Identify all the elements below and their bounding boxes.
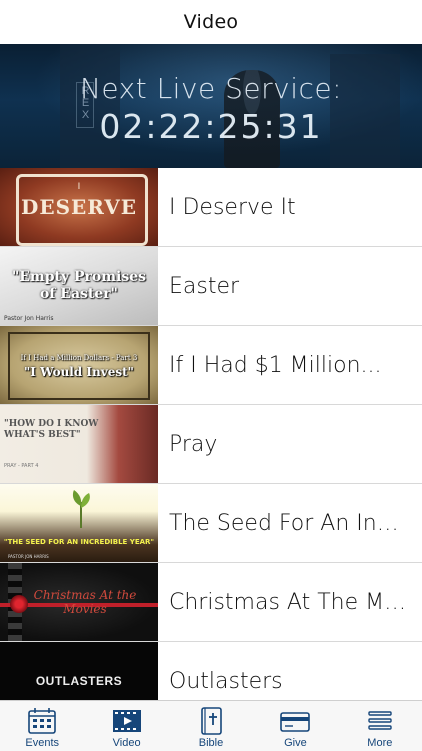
video-thumbnail: "THE SEED FOR AN INCREDIBLE YEAR" PASTOR… (0, 484, 158, 562)
thumbnail-subtext: If I Had a Million Dollars - Part 3 (20, 354, 138, 362)
video-thumbnail: I DESERVE (0, 168, 158, 246)
video-title: Easter (169, 273, 240, 299)
list-item[interactable]: I DESERVE I Deserve It (0, 168, 422, 247)
video-thumbnail: If I Had a Million Dollars - Part 3 "I W… (0, 326, 158, 404)
menu-icon (365, 707, 395, 735)
video-title: If I Had $1 Million... (169, 352, 382, 378)
tab-label: Bible (198, 737, 224, 749)
tab-events[interactable]: Events (0, 701, 84, 751)
video-title: The Seed For An Incr... (169, 510, 409, 536)
list-item[interactable]: "Empty Promises of Easter" Pastor Jon Ha… (0, 247, 422, 326)
nav-bar: Video (0, 0, 422, 44)
video-thumbnail: "HOW DO I KNOW WHAT'S BEST" PRAY - PART … (0, 405, 158, 483)
seedling-icon (72, 490, 90, 528)
video-thumbnail: "Empty Promises of Easter" Pastor Jon Ha… (0, 247, 158, 325)
video-title: Christmas At The Mo... (169, 589, 409, 615)
thumbnail-subtext: PRAY - PART 4 (4, 463, 39, 469)
thumbnail-text: "THE SEED FOR AN INCREDIBLE YEAR" (3, 538, 155, 546)
video-thumbnail: Christmas At the Movies (0, 563, 158, 641)
card-icon (280, 707, 311, 735)
next-service-label: Next Live Service: (79, 72, 343, 105)
tab-label: More (367, 737, 393, 749)
video-title: I Deserve It (169, 194, 296, 220)
tab-label: Events (25, 737, 60, 749)
thumbnail-text: Christmas At the Movies (33, 588, 137, 616)
tab-bible[interactable]: Bible (169, 701, 253, 751)
list-item[interactable]: "THE SEED FOR AN INCREDIBLE YEAR" PASTOR… (0, 484, 422, 563)
thumbnail-subtext: Pastor Jon Harris (4, 315, 54, 322)
list-item[interactable]: If I Had a Million Dollars - Part 3 "I W… (0, 326, 422, 405)
thumbnail-text: OUTLASTERS (35, 674, 123, 688)
tab-bar: Events Video Bible Give More (0, 700, 422, 751)
bible-icon (196, 707, 226, 735)
thumbnail-text: "HOW DO I KNOW WHAT'S BEST" (4, 419, 99, 440)
live-service-banner[interactable]: REX Next Live Service: 02:22:25:31 (0, 44, 422, 168)
thumbnail-text: "I Would Invest" (24, 365, 134, 379)
countdown-timer: 02:22:25:31 (99, 107, 323, 146)
thumbnail-subtext: I (77, 182, 81, 192)
calendar-icon (27, 707, 57, 735)
video-list: I DESERVE I Deserve It "Empty Promises o… (0, 168, 422, 720)
tab-label: Give (284, 737, 307, 749)
video-icon (112, 707, 142, 735)
tab-label: Video (112, 737, 141, 749)
list-item[interactable]: Christmas At the Movies Christmas At The… (0, 563, 422, 642)
thumbnail-subtext: PASTOR JON HARRIS (8, 554, 49, 559)
page-title: Video (183, 11, 239, 33)
thumbnail-text: DESERVE (21, 195, 137, 219)
video-title: Pray (169, 431, 218, 457)
tab-video[interactable]: Video (84, 701, 168, 751)
list-item[interactable]: "HOW DO I KNOW WHAT'S BEST" PRAY - PART … (0, 405, 422, 484)
tab-more[interactable]: More (338, 701, 422, 751)
thumbnail-text-group: If I Had a Million Dollars - Part 3 "I W… (21, 351, 138, 379)
thumbnail-text: "Empty Promises of Easter" (11, 269, 147, 302)
tab-give[interactable]: Give (253, 701, 337, 751)
video-title: Outlasters (169, 668, 283, 694)
